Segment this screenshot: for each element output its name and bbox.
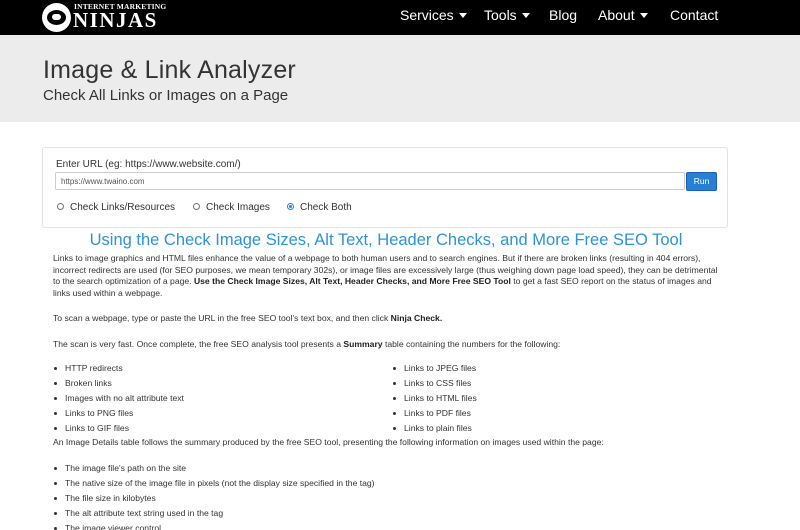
nav-item-label: About: [598, 7, 635, 23]
page-title: Image & Link Analyzer: [43, 56, 296, 84]
nav-item-label: Contact: [670, 7, 719, 23]
summary-list-right: Links to JPEG files Links to CSS files L…: [392, 361, 477, 436]
summary-intro-text: The scan is very fast. Once complete, th…: [53, 339, 344, 349]
list-item: Links to PNG files: [53, 406, 184, 421]
nav-item-about[interactable]: About: [598, 7, 648, 23]
summary-intro-paragraph: The scan is very fast. Once complete, th…: [53, 339, 733, 351]
list-item: Links to HTML files: [392, 391, 477, 406]
ninja-logo-icon: [42, 3, 71, 32]
option-check-links[interactable]: Check Links/Resources: [57, 202, 175, 215]
option-label: Check Links/Resources: [70, 202, 176, 213]
nav-item-label: Blog: [549, 7, 578, 23]
caret-down-icon: [639, 13, 648, 18]
details-list: The image file's path on the site The na…: [53, 461, 375, 530]
option-check-both[interactable]: Check Both: [287, 202, 352, 215]
summary-list-left: HTTP redirects Broken links Images with …: [53, 361, 184, 436]
nav-item-services[interactable]: Services: [400, 7, 467, 23]
list-item: The image viewer control: [53, 521, 375, 530]
scan-paragraph: To scan a webpage, type or paste the URL…: [53, 313, 733, 325]
nav-item-blog[interactable]: Blog: [549, 7, 577, 23]
summary-intro-end: table containing the numbers for the fol…: [382, 339, 561, 349]
list-item: The file size in kilobytes: [53, 491, 375, 506]
option-check-images[interactable]: Check Images: [193, 202, 270, 215]
scan-bold-text: Ninja Check.: [390, 313, 443, 323]
nav-item-contact[interactable]: Contact: [670, 7, 718, 23]
radio-unchecked-icon[interactable]: [57, 203, 64, 210]
section-heading: Using the Check Image Sizes, Alt Text, H…: [89, 231, 683, 249]
top-navbar: INTERNET MARKETING NINJAS Services Tools…: [0, 0, 800, 35]
site-logo[interactable]: INTERNET MARKETING NINJAS: [42, 1, 166, 33]
option-label: Check Images: [206, 202, 270, 213]
nav-item-label: Services: [400, 7, 454, 23]
summary-bold-text: Summary: [343, 339, 383, 349]
list-item: Links to GIF files: [53, 421, 184, 436]
url-input[interactable]: [55, 172, 685, 190]
logo-wordmark: NINJAS: [73, 8, 158, 32]
nav-item-tools[interactable]: Tools: [484, 7, 530, 23]
list-item: Broken links: [53, 376, 184, 391]
list-item: Links to PDF files: [392, 406, 477, 421]
radio-checked-icon[interactable]: [287, 203, 294, 210]
list-item: Links to CSS files: [392, 376, 477, 391]
nav-item-label: Tools: [484, 7, 517, 23]
caret-down-icon: [458, 13, 467, 18]
list-item: The image file's path on the site: [53, 461, 375, 476]
list-item: Links to JPEG files: [392, 361, 477, 376]
list-item: Links to plain files: [392, 421, 477, 436]
list-item: The native size of the image file in pix…: [53, 476, 375, 491]
caret-down-icon: [521, 13, 530, 18]
run-button[interactable]: Run: [686, 172, 717, 191]
intro-paragraph: Links to image graphics and HTML files e…: [53, 253, 723, 299]
details-intro-paragraph: An Image Details table follows the summa…: [53, 437, 604, 447]
page-subtitle: Check All Links or Images on a Page: [43, 87, 289, 104]
scan-text: To scan a webpage, type or paste the URL…: [53, 313, 391, 323]
option-label: Check Both: [300, 202, 352, 213]
list-item: HTTP redirects: [53, 361, 184, 376]
list-item: The alt attribute text string used in th…: [53, 506, 375, 521]
radio-unchecked-icon[interactable]: [193, 203, 200, 210]
url-label: Enter URL (eg: https://www.website.com/): [56, 159, 241, 170]
intro-bold-text: Use the Check Image Sizes, Alt Text, Hea…: [193, 276, 511, 286]
list-item: Images with no alt attribute text: [53, 391, 184, 406]
